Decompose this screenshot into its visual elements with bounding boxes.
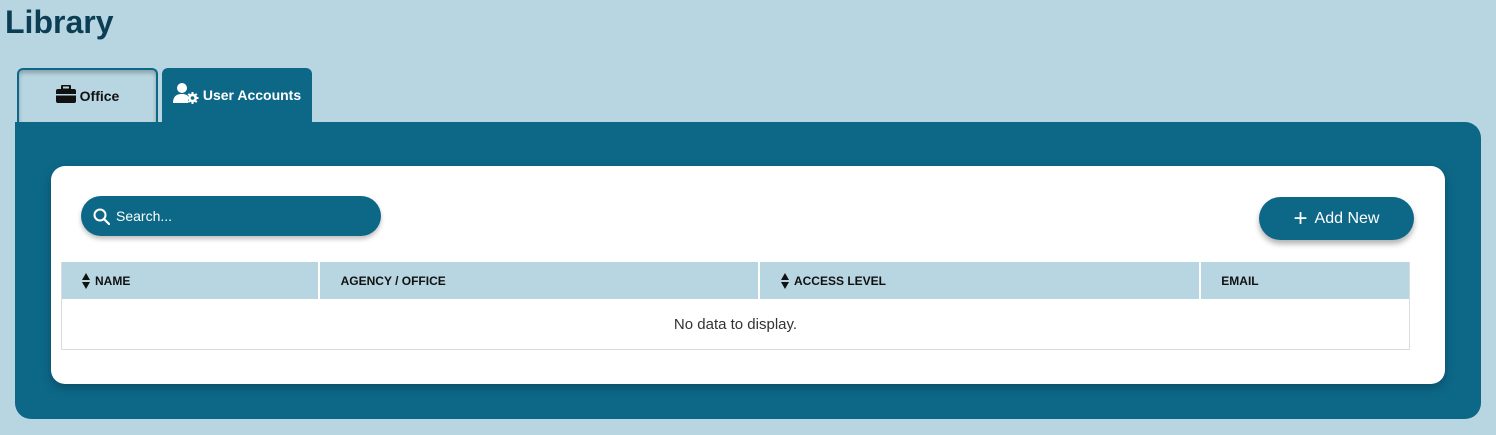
tab-office[interactable]: Office [17, 68, 158, 122]
column-header-email-label: EMAIL [1221, 273, 1259, 288]
sort-icon [82, 272, 90, 289]
column-header-access-level-label: ACCESS LEVEL [793, 273, 886, 288]
add-new-button[interactable]: + Add New [1259, 197, 1414, 240]
column-header-email[interactable]: EMAIL [1201, 262, 1409, 299]
empty-message: No data to display. [673, 315, 798, 333]
column-header-name[interactable]: NAME [62, 262, 320, 299]
user-accounts-grid: NAME AGENCY / OFFICE ACCESS LEVEL EMAIL … [61, 262, 1410, 350]
user-gear-icon [172, 82, 199, 104]
column-header-agency-office-label: AGENCY / OFFICE [340, 273, 446, 288]
column-header-name-label: NAME [95, 273, 131, 288]
column-header-agency-office[interactable]: AGENCY / OFFICE [320, 262, 760, 299]
search-input[interactable] [114, 207, 358, 225]
tab-user-accounts-label: User Accounts [202, 87, 302, 103]
tab-office-label: Office [79, 88, 120, 104]
briefcase-icon [55, 85, 76, 103]
sort-icon [780, 272, 789, 289]
tab-user-accounts[interactable]: User Accounts [162, 68, 312, 122]
user-accounts-card: + Add New NAME AGENCY / OFFICE [51, 166, 1445, 384]
search-icon [93, 208, 110, 225]
plus-icon: + [1293, 204, 1308, 232]
page-title: Library [5, 4, 114, 40]
grid-header-row: NAME AGENCY / OFFICE ACCESS LEVEL EMAIL [62, 262, 1409, 299]
search-box[interactable] [81, 196, 381, 236]
column-header-access-level[interactable]: ACCESS LEVEL [760, 262, 1202, 299]
content-panel: + Add New NAME AGENCY / OFFICE [15, 122, 1481, 419]
add-new-label: Add New [1314, 209, 1380, 227]
